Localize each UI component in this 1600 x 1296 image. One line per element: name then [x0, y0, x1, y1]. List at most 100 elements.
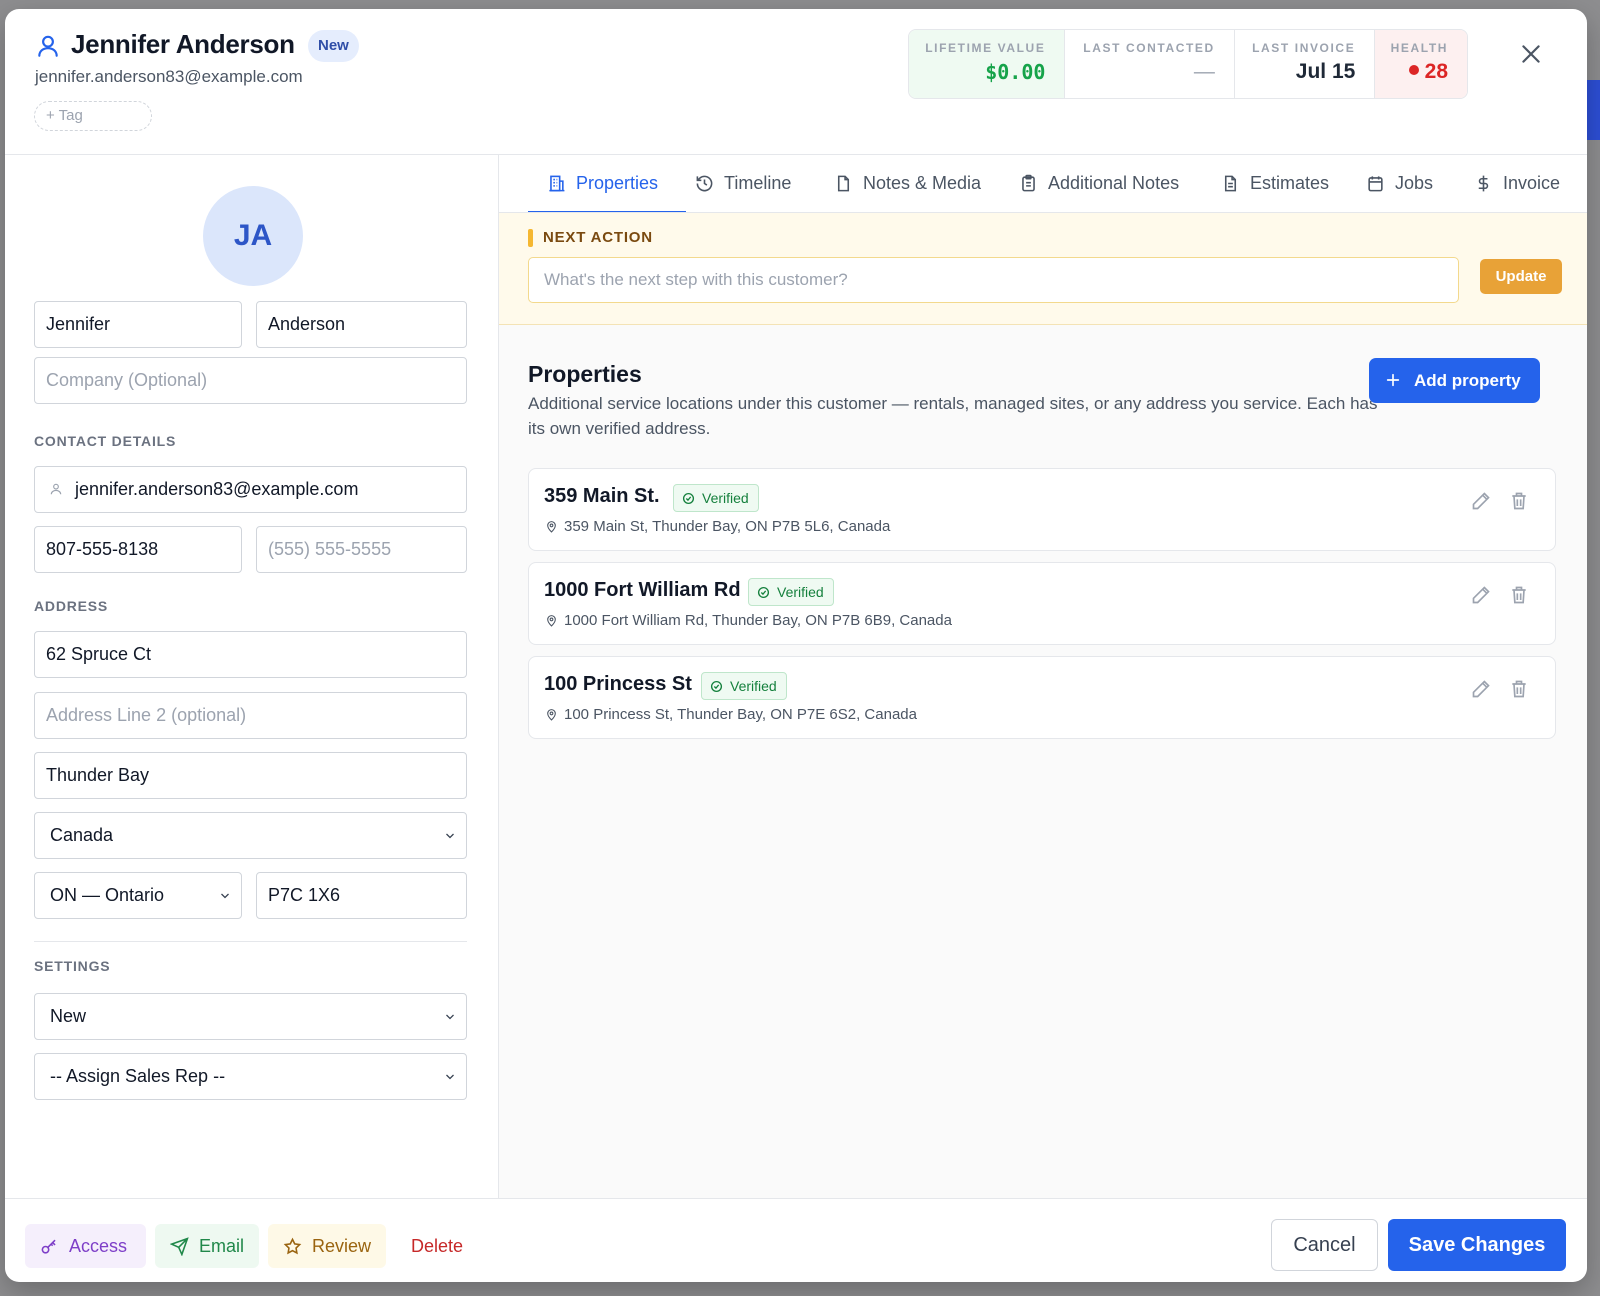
update-button[interactable]: Update	[1480, 259, 1562, 294]
tab-timeline[interactable]: Timeline	[695, 155, 805, 212]
phone-field[interactable]: 807-555-8138	[34, 526, 242, 573]
review-button[interactable]: Review	[268, 1224, 386, 1268]
access-button[interactable]: Access	[25, 1224, 146, 1268]
tab-label: Properties	[576, 173, 659, 193]
stat-label: HEALTH	[1390, 41, 1449, 55]
check-circle-icon	[682, 492, 695, 505]
add-tag-button[interactable]: + Tag	[34, 101, 152, 131]
properties-panel: Properties Additional service locations …	[499, 325, 1587, 1198]
save-changes-button[interactable]: Save Changes	[1388, 1219, 1566, 1271]
tab-additional-notes[interactable]: Additional Notes	[1019, 155, 1189, 212]
next-action-input[interactable]: What's the next step with this customer?	[528, 257, 1459, 303]
email-button[interactable]: Email	[155, 1224, 259, 1268]
user-icon	[38, 35, 58, 57]
status-select[interactable]: New	[34, 993, 467, 1040]
pencil-icon[interactable]	[1471, 491, 1491, 511]
verified-label: Verified	[777, 584, 824, 600]
stat-label: LAST CONTACTED	[1083, 41, 1215, 55]
clipboard-icon	[1022, 174, 1035, 192]
address-heading: ADDRESS	[34, 598, 109, 614]
health-dot-icon	[1408, 65, 1419, 75]
trash-icon[interactable]	[1509, 491, 1529, 511]
divider	[34, 941, 467, 942]
last-name-field[interactable]: Anderson	[256, 301, 467, 348]
customer-form-panel: JA Jennifer Anderson Company (Optional) …	[5, 155, 499, 1198]
verified-badge: Verified	[673, 484, 759, 512]
check-circle-icon	[757, 586, 770, 599]
add-property-button[interactable]: Add property	[1369, 358, 1540, 403]
postal-code-field[interactable]: P7C 1X6	[256, 872, 467, 919]
modal-header: Jennifer Anderson New jennifer.anderson8…	[5, 9, 1587, 155]
tab-properties[interactable]: Properties	[528, 155, 686, 212]
settings-heading: SETTINGS	[34, 958, 111, 974]
calendar-icon	[1368, 176, 1383, 192]
stat-value: $0.00	[985, 60, 1046, 84]
stats-panel: LIFETIME VALUE $0.00 LAST CONTACTED — LA…	[908, 29, 1468, 99]
tab-estimates[interactable]: Estimates	[1221, 155, 1336, 212]
file-icon	[837, 175, 850, 192]
key-icon	[41, 1239, 56, 1254]
review-label: Review	[312, 1236, 372, 1256]
next-action-label: NEXT ACTION	[543, 229, 653, 246]
verified-badge: Verified	[748, 578, 834, 606]
stat-health: HEALTH 28	[1375, 30, 1467, 98]
phone2-field[interactable]: (555) 555-5555	[256, 526, 467, 573]
delete-button[interactable]: Delete	[393, 1224, 481, 1268]
stat-value: Jul 15	[1295, 60, 1356, 83]
cancel-button[interactable]: Cancel	[1271, 1219, 1378, 1271]
stat-last-invoice: LAST INVOICE Jul 15	[1235, 30, 1376, 98]
verified-badge: Verified	[701, 672, 787, 700]
properties-description: Additional service locations under this …	[528, 394, 1378, 438]
trash-icon[interactable]	[1509, 585, 1529, 605]
email-field[interactable]: jennifer.anderson83@example.com	[34, 466, 467, 513]
stat-value: 28	[1424, 60, 1449, 83]
star-icon	[283, 1237, 302, 1255]
status-value: New	[50, 1006, 87, 1026]
verified-label: Verified	[730, 678, 777, 694]
tab-label: Invoice	[1503, 173, 1561, 193]
chevron-down-icon	[221, 893, 229, 899]
property-card[interactable]: 359 Main St. Verified 359 Main St, Thund…	[528, 468, 1556, 551]
tab-label: Notes & Media	[863, 173, 982, 193]
map-pin-icon	[547, 615, 556, 627]
pencil-icon[interactable]	[1471, 585, 1491, 605]
property-address: 359 Main St, Thunder Bay, ON P7B 5L6, Ca…	[564, 518, 891, 535]
close-icon[interactable]	[1518, 41, 1544, 67]
verified-label: Verified	[702, 490, 749, 506]
province-select[interactable]: ON — Ontario	[34, 872, 242, 919]
property-address: 1000 Fort William Rd, Thunder Bay, ON P7…	[564, 612, 952, 629]
company-field[interactable]: Company (Optional)	[34, 357, 467, 404]
email-label: Email	[199, 1236, 245, 1256]
property-name: 1000 Fort William Rd	[544, 579, 741, 601]
properties-title: Properties	[528, 361, 642, 387]
add-property-label: Add property	[1414, 371, 1521, 390]
stat-last-contacted: LAST CONTACTED —	[1065, 30, 1235, 98]
chevron-down-icon	[446, 833, 454, 839]
map-pin-icon	[547, 521, 556, 533]
tab-invoice[interactable]: Invoice	[1474, 155, 1587, 212]
customer-name: Jennifer Anderson	[71, 29, 295, 59]
province-value: ON — Ontario	[50, 885, 165, 905]
dollar-icon	[1478, 175, 1489, 192]
property-name: 100 Princess St	[544, 673, 692, 695]
country-select[interactable]: Canada	[34, 812, 467, 859]
pencil-icon[interactable]	[1471, 679, 1491, 699]
city-field[interactable]: Thunder Bay	[34, 752, 467, 799]
accent-bar	[528, 229, 533, 247]
address-line1-field[interactable]: 62 Spruce Ct	[34, 631, 467, 678]
tab-bar: Properties Timeline Notes & Media Additi…	[499, 155, 1587, 213]
tab-jobs[interactable]: Jobs	[1366, 155, 1441, 212]
sales-rep-value: -- Assign Sales Rep --	[50, 1066, 226, 1086]
stat-label: LIFETIME VALUE	[925, 41, 1046, 55]
country-value: Canada	[50, 825, 114, 845]
avatar: JA	[203, 186, 303, 286]
property-card[interactable]: 1000 Fort William Rd Verified 1000 Fort …	[528, 562, 1556, 645]
stat-label: LAST INVOICE	[1252, 41, 1356, 55]
first-name-field[interactable]: Jennifer	[34, 301, 242, 348]
sales-rep-select[interactable]: -- Assign Sales Rep --	[34, 1053, 467, 1100]
property-card[interactable]: 100 Princess St Verified 100 Princess St…	[528, 656, 1556, 739]
address-line2-field[interactable]: Address Line 2 (optional)	[34, 692, 467, 739]
stat-value-wrap: 28	[1375, 60, 1448, 84]
tab-notes-media[interactable]: Notes & Media	[834, 155, 989, 212]
trash-icon[interactable]	[1509, 679, 1529, 699]
